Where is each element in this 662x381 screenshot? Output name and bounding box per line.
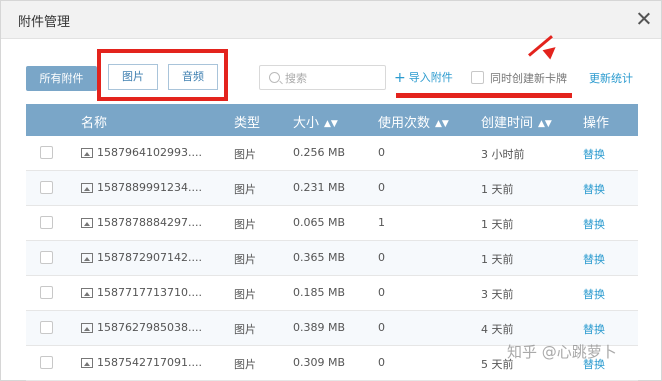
cell-name: 1587717713710.... [97,286,202,299]
cell-name: 1587889991234.... [97,181,202,194]
image-file-icon [81,148,93,158]
cell-name: 1587627985038.... [97,321,202,334]
cell-type: 图片 [234,183,256,196]
tab-image[interactable]: 图片 [108,64,158,90]
row-checkbox[interactable] [40,181,53,194]
replace-link[interactable]: 替换 [583,146,605,162]
header-count[interactable]: 使用次数 ▲▼ [378,112,449,131]
replace-link[interactable]: 替换 [583,321,605,337]
cell-size: 0.065 MB [293,216,346,229]
header-type: 类型 [234,116,261,131]
dialog-titlebar: 附件管理 [1,1,661,39]
cell-count: 1 [378,216,385,229]
cell-time: 3 天前 [481,288,514,301]
row-checkbox[interactable] [40,321,53,334]
header-time[interactable]: 创建时间 ▲▼ [481,112,552,131]
close-icon[interactable] [635,10,653,28]
sort-icon: ▲▼ [324,119,338,129]
cell-size: 0.256 MB [293,146,346,159]
cell-size: 0.185 MB [293,286,346,299]
table-row: 1587964102993.... 图片 0.256 MB 0 3 小时前 替换 [26,136,638,171]
cell-name: 1587878884297.... [97,216,202,229]
row-checkbox[interactable] [40,286,53,299]
cell-count: 0 [378,251,385,264]
replace-link[interactable]: 替换 [583,251,605,267]
cell-time: 1 天前 [481,183,514,196]
image-file-icon [81,288,93,298]
sort-icon: ▲▼ [538,119,552,129]
row-checkbox[interactable] [40,216,53,229]
table-row: 1587717713710.... 图片 0.185 MB 0 3 天前 替换 [26,276,638,311]
row-checkbox[interactable] [40,146,53,159]
cell-type: 图片 [234,218,256,231]
cell-count: 0 [378,321,385,334]
cell-count: 0 [378,181,385,194]
create-card-label: 同时创建新卡牌 [490,72,567,85]
image-file-icon [81,183,93,193]
header-time-label: 创建时间 [481,116,534,131]
table-header: 名称 类型 大小 ▲▼ 使用次数 ▲▼ 创建时间 ▲▼ 操作 [26,104,638,136]
replace-link[interactable]: 替换 [583,286,605,302]
cell-time: 4 天前 [481,323,514,336]
cell-type: 图片 [234,323,256,336]
cell-name: 1587542717091.... [97,356,202,369]
cell-name: 1587964102993.... [97,146,202,159]
plus-icon: + [394,70,406,86]
annotation-red-underline [396,93,572,98]
table-row: 1587872907142.... 图片 0.365 MB 0 1 天前 替换 [26,241,638,276]
cell-size: 0.389 MB [293,321,346,334]
cell-size: 0.365 MB [293,251,346,264]
annotation-arrow-head [542,42,560,60]
cell-count: 0 [378,146,385,159]
cell-type: 图片 [234,288,256,301]
cell-type: 图片 [234,148,256,161]
update-stats-link[interactable]: 更新统计 [589,70,633,86]
table-row: 1587878884297.... 图片 0.065 MB 1 1 天前 替换 [26,206,638,241]
search-icon [269,72,280,83]
header-action: 操作 [583,116,610,131]
cell-time: 3 小时前 [481,148,525,161]
cell-count: 0 [378,356,385,369]
search-input[interactable]: 搜索 [259,65,386,90]
import-label: 导入附件 [408,71,453,84]
header-name: 名称 [81,116,108,131]
image-file-icon [81,253,93,263]
header-size-label: 大小 [293,116,320,131]
cell-count: 0 [378,286,385,299]
cell-name: 1587872907142.... [97,251,202,264]
image-file-icon [81,358,93,368]
search-placeholder: 搜索 [285,72,307,85]
cell-type: 图片 [234,358,256,371]
attachment-manager-dialog: 附件管理 所有附件 图片 音频 搜索 + 导入附件 同时创建新卡牌 更新统计 名称… [0,0,662,381]
image-file-icon [81,218,93,228]
row-checkbox[interactable] [40,251,53,264]
cell-type: 图片 [234,253,256,266]
replace-link[interactable]: 替换 [583,181,605,197]
sort-icon: ▲▼ [435,119,449,129]
create-card-checkbox[interactable] [471,71,484,84]
header-size[interactable]: 大小 ▲▼ [293,112,338,131]
row-checkbox[interactable] [40,356,53,369]
image-file-icon [81,323,93,333]
header-count-label: 使用次数 [378,116,431,131]
table-row: 1587889991234.... 图片 0.231 MB 0 1 天前 替换 [26,171,638,206]
cell-size: 0.231 MB [293,181,346,194]
dialog-title: 附件管理 [18,15,71,30]
replace-link[interactable]: 替换 [583,216,605,232]
watermark: 知乎 @心跳萝卜 [507,343,617,361]
cell-time: 1 天前 [481,218,514,231]
tab-audio[interactable]: 音频 [168,64,218,90]
tab-all-attachments[interactable]: 所有附件 [26,66,97,91]
cell-time: 1 天前 [481,253,514,266]
import-attachment-button[interactable]: + 导入附件 [394,69,453,86]
cell-size: 0.309 MB [293,356,346,369]
